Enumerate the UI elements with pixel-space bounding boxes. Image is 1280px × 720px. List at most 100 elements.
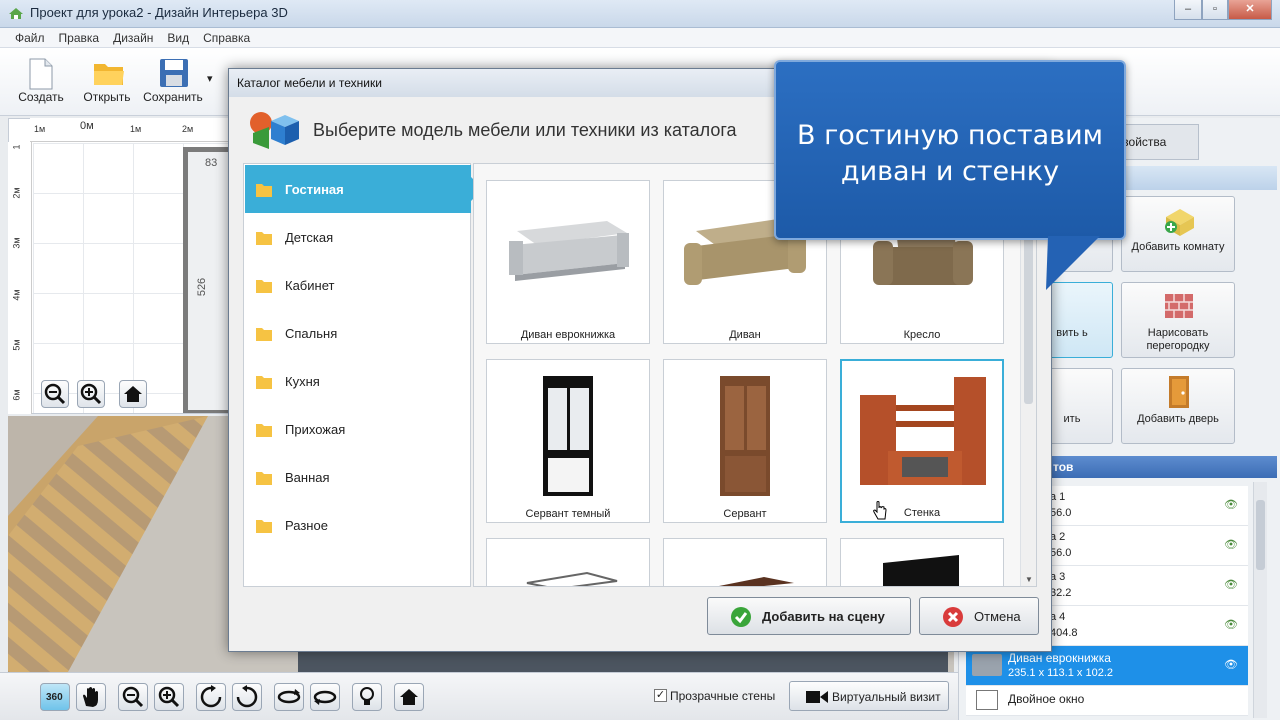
pan-button[interactable] (76, 683, 106, 711)
ruler-top: 1м 0м 1м 2м (30, 118, 234, 142)
add-to-scene-button[interactable]: Добавить на сцену (707, 597, 911, 635)
folder-icon (256, 424, 272, 437)
cancel-button[interactable]: Отмена (919, 597, 1039, 635)
rotate-right-icon (236, 685, 258, 708)
category-kitchen[interactable]: Кухня (245, 357, 471, 405)
category-office[interactable]: Кабинет (245, 261, 471, 309)
folder-icon (256, 232, 272, 245)
callout-line-2: диван и стенку (840, 156, 1060, 187)
transparent-walls-label: Прозрачные стены (670, 689, 776, 703)
folder-icon (256, 328, 272, 341)
minimize-button[interactable]: ‒ (1174, 0, 1202, 20)
zoom-out-3d-button[interactable] (118, 683, 148, 711)
tilt-up-button[interactable] (274, 683, 304, 711)
cancel-x-icon (943, 607, 963, 627)
brick-wall-icon (1165, 294, 1193, 318)
rotate-right-button[interactable] (232, 683, 262, 711)
lightbulb-icon (360, 687, 374, 705)
save-button[interactable]: Сохранить (142, 54, 204, 112)
category-bathroom[interactable]: Ванная (245, 453, 471, 501)
callout-pointer (1046, 236, 1100, 290)
dimension-side: 526 (196, 277, 209, 297)
home-icon (400, 689, 418, 705)
menu-help[interactable]: Справка (196, 28, 257, 45)
zoom-in-3d-button[interactable] (154, 683, 184, 711)
open-button[interactable]: Открыть (76, 54, 138, 112)
floppy-icon (160, 59, 188, 87)
catalog-item-dark-cabinet[interactable]: Сервант темный (486, 359, 650, 523)
category-misc[interactable]: Разное (245, 501, 471, 549)
create-button[interactable]: Создать (10, 54, 72, 112)
visibility-eye-icon[interactable]: 👁 (1224, 578, 1238, 591)
zoom-out-icon (122, 686, 144, 708)
dark-cabinet-image (543, 376, 593, 496)
add-door-button[interactable]: Добавить дверь (1121, 368, 1235, 444)
catalog-item-cabinet[interactable]: Сервант (663, 359, 827, 523)
folder-icon (256, 376, 272, 389)
category-hallway[interactable]: Прихожая (245, 405, 471, 453)
catalog-item-sofa-bed[interactable]: Диван еврокнижка (486, 180, 650, 344)
lighting-button[interactable] (352, 683, 382, 711)
object-row-selected[interactable]: Диван еврокнижка 235.1 x 113.1 x 102.2 👁 (966, 646, 1248, 686)
folder-icon (256, 184, 272, 197)
cabinet-image (720, 376, 770, 496)
visibility-eye-icon[interactable]: 👁 (1224, 538, 1238, 551)
menu-file[interactable]: Файл (8, 28, 52, 45)
home-view-button[interactable] (119, 380, 147, 408)
virtual-visit-button[interactable]: Виртуальный визит (789, 681, 949, 711)
plan-view[interactable]: 83 526 (8, 118, 234, 414)
catalog-item-7[interactable] (486, 538, 650, 586)
home-3d-button[interactable] (394, 683, 424, 711)
sofa-thumbnail (972, 654, 1002, 676)
visibility-eye-icon[interactable]: 👁 (1224, 618, 1238, 631)
orbit-down-icon (313, 690, 337, 705)
tilt-down-button[interactable] (310, 683, 340, 711)
mouse-cursor-hand-icon (873, 501, 887, 520)
home-icon (124, 386, 142, 402)
visibility-eye-icon[interactable]: 👁 (1224, 658, 1238, 671)
dresser-image (719, 577, 794, 586)
visibility-eye-icon[interactable]: 👁 (1224, 498, 1238, 511)
objects-scrollbar[interactable] (1253, 482, 1267, 718)
zoom-in-icon (158, 686, 180, 708)
rotate-left-button[interactable] (196, 683, 226, 711)
zoom-out-button[interactable] (41, 380, 69, 408)
door-icon (1169, 376, 1189, 408)
category-kids-room[interactable]: Детская (245, 213, 471, 261)
catalog-item-wall-unit-selected[interactable]: Стенка (840, 359, 1004, 523)
table-image (526, 571, 618, 586)
transparent-walls-checkbox[interactable]: ✓ (654, 689, 667, 702)
catalog-item-9[interactable] (840, 538, 1004, 586)
wall-unit-image (860, 377, 986, 485)
room-walls[interactable] (183, 147, 233, 413)
close-window-button[interactable]: ✕ (1228, 0, 1272, 20)
ruler-left: 1 2м 3м 4м 5м 6м (8, 142, 32, 414)
category-living-room[interactable]: Гостиная (245, 165, 483, 213)
rotate-left-icon (200, 685, 222, 708)
menu-edit[interactable]: Правка (52, 28, 107, 45)
checkmark-icon (731, 607, 751, 627)
category-bedroom[interactable]: Спальня (245, 309, 471, 357)
draw-partition-button[interactable]: Нарисовать перегородку (1121, 282, 1235, 358)
sofa-bed-image (509, 221, 629, 281)
rotate-360-button[interactable]: 360 (40, 683, 70, 711)
catalog-item-8[interactable] (663, 538, 827, 586)
zoom-in-button[interactable] (77, 380, 105, 408)
window-thumbnail (976, 690, 998, 710)
maximize-button[interactable]: ▫ (1202, 0, 1228, 20)
add-room-button[interactable]: Добавить комнату (1121, 196, 1235, 272)
menu-view[interactable]: Вид (160, 28, 196, 45)
catalog-cubes-icon (250, 112, 299, 149)
folder-icon (256, 280, 272, 293)
new-file-icon (29, 58, 53, 90)
add-room-icon (1165, 209, 1194, 236)
folder-icon (256, 520, 272, 533)
menu-design[interactable]: Дизайн (106, 28, 160, 45)
view-controls-bar: 360 ✓ Прозрачные стены Виртуальный визит (0, 672, 958, 720)
folder-icon (256, 472, 272, 485)
save-dropdown-arrow[interactable]: ▾ (207, 72, 213, 85)
object-row[interactable]: Двойное окно (966, 686, 1248, 716)
app-icon (9, 8, 23, 19)
title-bar: Проект для урока2 - Дизайн Интерьера 3D … (0, 0, 1280, 28)
scroll-down-icon[interactable]: ▼ (1025, 575, 1033, 584)
